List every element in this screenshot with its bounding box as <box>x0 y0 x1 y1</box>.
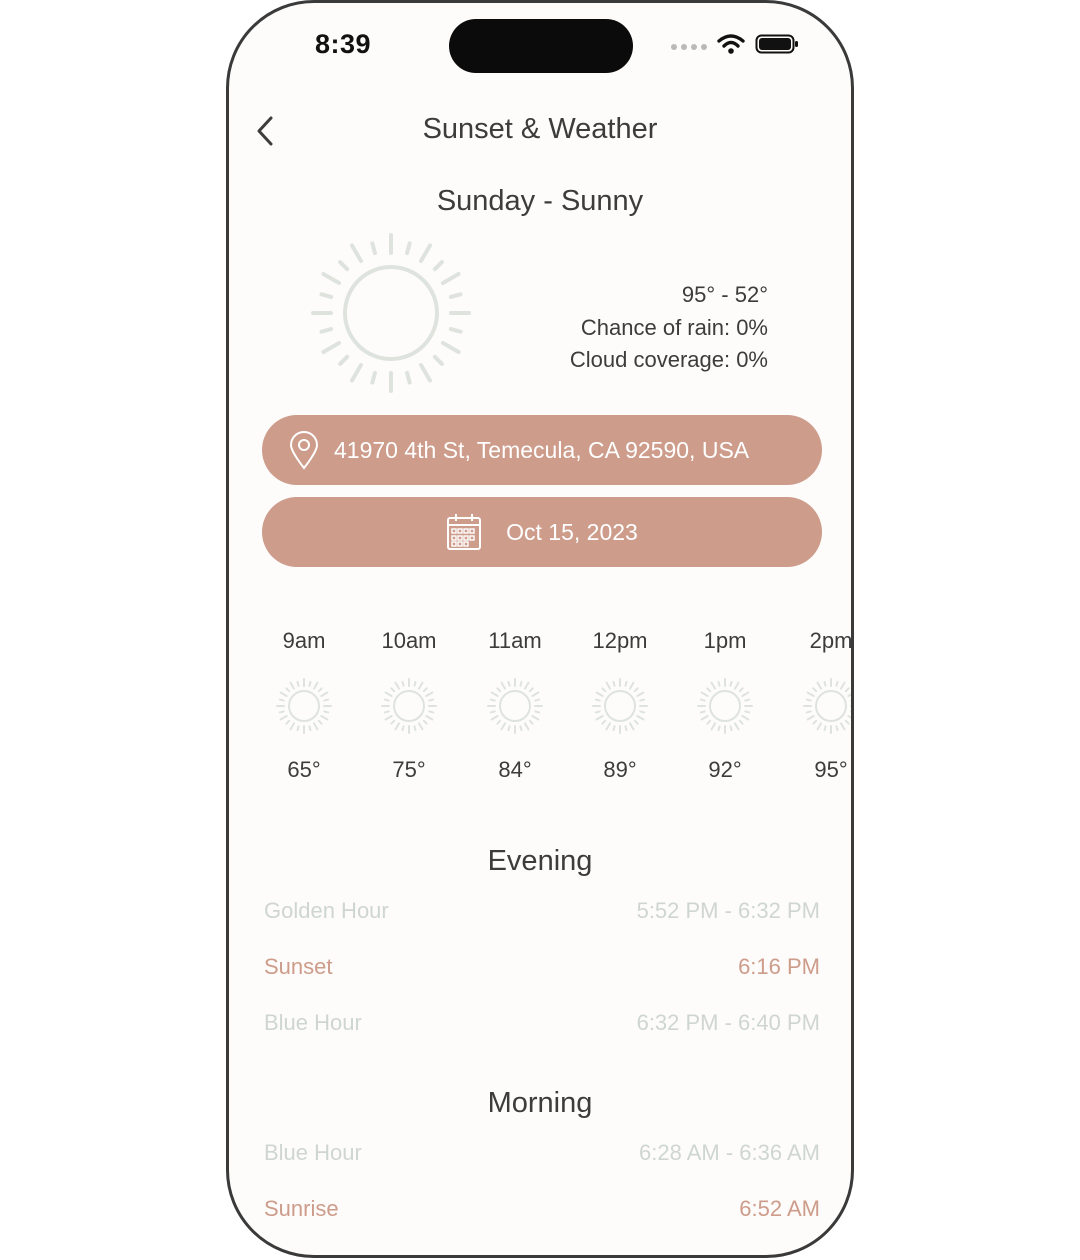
sun-icon <box>276 678 332 734</box>
calendar-icon <box>447 514 482 550</box>
battery-icon <box>755 34 798 54</box>
row-label: Sunset <box>264 954 333 979</box>
wifi-icon <box>717 34 745 54</box>
hour-item: 2pm 95° <box>776 623 853 783</box>
hour-time: 11am <box>488 628 542 653</box>
hour-temp: 65° <box>287 757 321 782</box>
date-button[interactable]: Oct 15, 2023 <box>262 497 822 567</box>
location-address: 41970 4th St, Temecula, CA 92590, USA <box>334 436 750 463</box>
sun-icon <box>592 678 648 734</box>
hour-time: 12pm <box>592 628 648 653</box>
row-label: Sunrise <box>264 1196 339 1221</box>
morning-blue-hour-row: Blue Hour 6:28 AM - 6:36 AM <box>264 1140 820 1166</box>
day-summary: Sunday - Sunny <box>436 185 644 217</box>
evening-golden-hour-row: Golden Hour 5:52 PM - 6:32 PM <box>264 898 820 924</box>
hour-temp: 89° <box>603 757 637 782</box>
row-value: 6:16 PM <box>738 954 820 979</box>
row-value: 5:52 PM - 6:32 PM <box>636 898 820 923</box>
hour-item: 12pm 89° <box>565 623 675 783</box>
signal-dots-icon <box>671 44 707 50</box>
hour-temp: 92° <box>708 757 742 782</box>
hour-temp: 95° <box>814 757 848 782</box>
sun-icon <box>381 678 437 734</box>
location-button[interactable]: 41970 4th St, Temecula, CA 92590, USA <box>262 415 822 485</box>
date-value: Oct 15, 2023 <box>506 518 638 545</box>
hour-time: 9am <box>282 628 326 653</box>
phone-frame: 8:39 Sunset & Weather Sunday - Sunny 95°… <box>226 0 854 1258</box>
morning-sunrise-row: Sunrise 6:52 AM <box>264 1196 820 1222</box>
sun-icon <box>697 678 753 734</box>
sun-icon <box>487 678 543 734</box>
hourly-forecast[interactable]: 9am 65° 10am 75° 11am 84° 12pm 89° 1pm 9… <box>249 623 853 803</box>
page-title: Sunset & Weather <box>422 113 658 145</box>
sun-icon <box>311 233 471 393</box>
evening-title: Evening <box>487 845 593 877</box>
hour-item: 9am 65° <box>249 623 359 783</box>
hour-item: 11am 84° <box>460 623 570 783</box>
row-value: 6:32 PM - 6:40 PM <box>636 1010 820 1035</box>
row-label: Blue Hour <box>264 1010 362 1035</box>
cloud-coverage: Cloud coverage: 0% <box>569 347 768 372</box>
row-value: 6:52 AM <box>739 1196 820 1221</box>
row-label: Blue Hour <box>264 1140 362 1165</box>
hour-time: 1pm <box>703 628 747 653</box>
hour-temp: 75° <box>392 757 426 782</box>
dynamic-island <box>449 19 633 73</box>
hour-item: 10am 75° <box>354 623 464 783</box>
temp-range: 95° - 52° <box>681 282 768 307</box>
hour-temp: 84° <box>498 757 532 782</box>
evening-sunset-row: Sunset 6:16 PM <box>264 954 820 980</box>
evening-blue-hour-row: Blue Hour 6:32 PM - 6:40 PM <box>264 1010 820 1036</box>
row-label: Golden Hour <box>264 898 389 923</box>
status-icons <box>671 33 799 55</box>
map-pin-icon <box>289 431 319 470</box>
hour-time: 2pm <box>809 628 853 653</box>
conditions-panel: 95° - 52° Chance of rain: 0% Cloud cover… <box>570 279 768 377</box>
sun-icon <box>803 678 851 734</box>
morning-title: Morning <box>487 1087 593 1119</box>
hour-item: 1pm 92° <box>670 623 780 783</box>
rain-chance: Chance of rain: 0% <box>580 314 768 340</box>
hour-time: 10am <box>381 628 437 653</box>
status-time: 8:39 <box>315 29 372 59</box>
row-value: 6:28 AM - 6:36 AM <box>639 1140 820 1165</box>
